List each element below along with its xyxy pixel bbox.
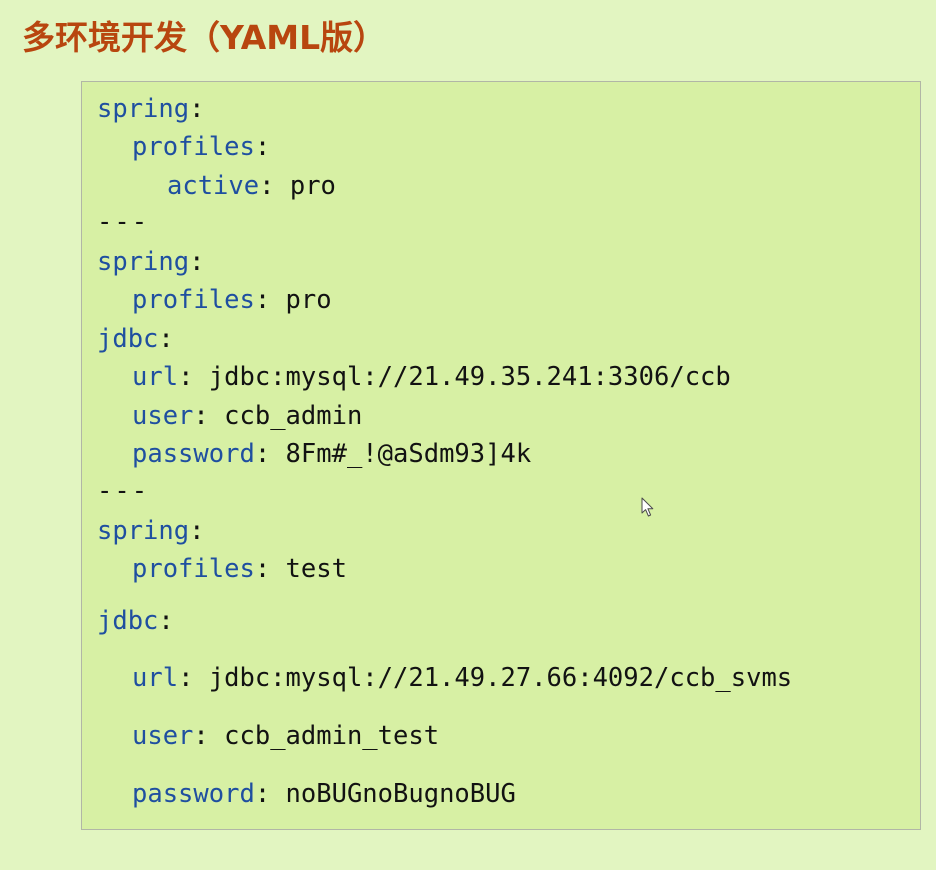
- yaml-key: profiles: [132, 285, 255, 315]
- yaml-value: noBUGnoBugnoBUG: [270, 779, 516, 809]
- yaml-value: pro: [270, 285, 332, 315]
- yaml-key: url: [132, 362, 179, 392]
- yaml-key: user: [132, 401, 194, 431]
- code-line-spring-3: spring:: [97, 516, 205, 546]
- yaml-key: url: [132, 663, 179, 693]
- yaml-key: user: [132, 721, 194, 751]
- code-line-jdbc-1: jdbc:: [97, 324, 174, 354]
- code-line-password-2: password: noBUGnoBugnoBUG: [132, 779, 516, 809]
- yaml-key: spring: [97, 94, 190, 124]
- code-line-active: active: pro: [167, 171, 336, 201]
- code-line-spring-2: spring:: [97, 247, 205, 277]
- yaml-code-block: spring: profiles: active: pro --- spring…: [81, 81, 921, 830]
- code-line-profiles-3: profiles: test: [132, 554, 347, 584]
- yaml-key: profiles: [132, 554, 255, 584]
- slide-title: 多环境开发（YAML版）: [22, 18, 387, 57]
- code-line-url-2: url: jdbc:mysql://21.49.27.66:4092/ccb_s…: [132, 663, 793, 693]
- yaml-key: profiles: [132, 132, 255, 162]
- code-line-url-1: url: jdbc:mysql://21.49.35.241:3306/ccb: [132, 362, 731, 392]
- document-separator: ---: [97, 207, 150, 237]
- yaml-key: password: [132, 439, 255, 469]
- yaml-value: 8Fm#_!@aSdm93]4k: [270, 439, 532, 469]
- yaml-key: active: [167, 171, 260, 201]
- yaml-key: password: [132, 779, 255, 809]
- yaml-key: jdbc: [97, 606, 159, 636]
- code-line-profiles-1: profiles:: [132, 132, 271, 162]
- yaml-key: spring: [97, 247, 190, 277]
- code-line-user-1: user: ccb_admin: [132, 401, 363, 431]
- document-separator: ---: [97, 476, 150, 506]
- code-line-user-2: user: ccb_admin_test: [132, 721, 440, 751]
- yaml-key: jdbc: [97, 324, 159, 354]
- mouse-pointer-icon: [641, 497, 654, 517]
- code-line-jdbc-2: jdbc:: [97, 606, 174, 636]
- yaml-value: ccb_admin_test: [208, 721, 440, 751]
- yaml-key: spring: [97, 516, 190, 546]
- code-line-spring-1: spring:: [97, 94, 205, 124]
- yaml-value: pro: [274, 171, 336, 201]
- code-line-password-1: password: 8Fm#_!@aSdm93]4k: [132, 439, 532, 469]
- yaml-value: ccb_admin: [208, 401, 363, 431]
- yaml-value: jdbc:mysql://21.49.35.241:3306/ccb: [193, 362, 731, 392]
- yaml-value: test: [270, 554, 347, 584]
- yaml-value: jdbc:mysql://21.49.27.66:4092/ccb_svms: [193, 663, 793, 693]
- code-line-profiles-2: profiles: pro: [132, 285, 332, 315]
